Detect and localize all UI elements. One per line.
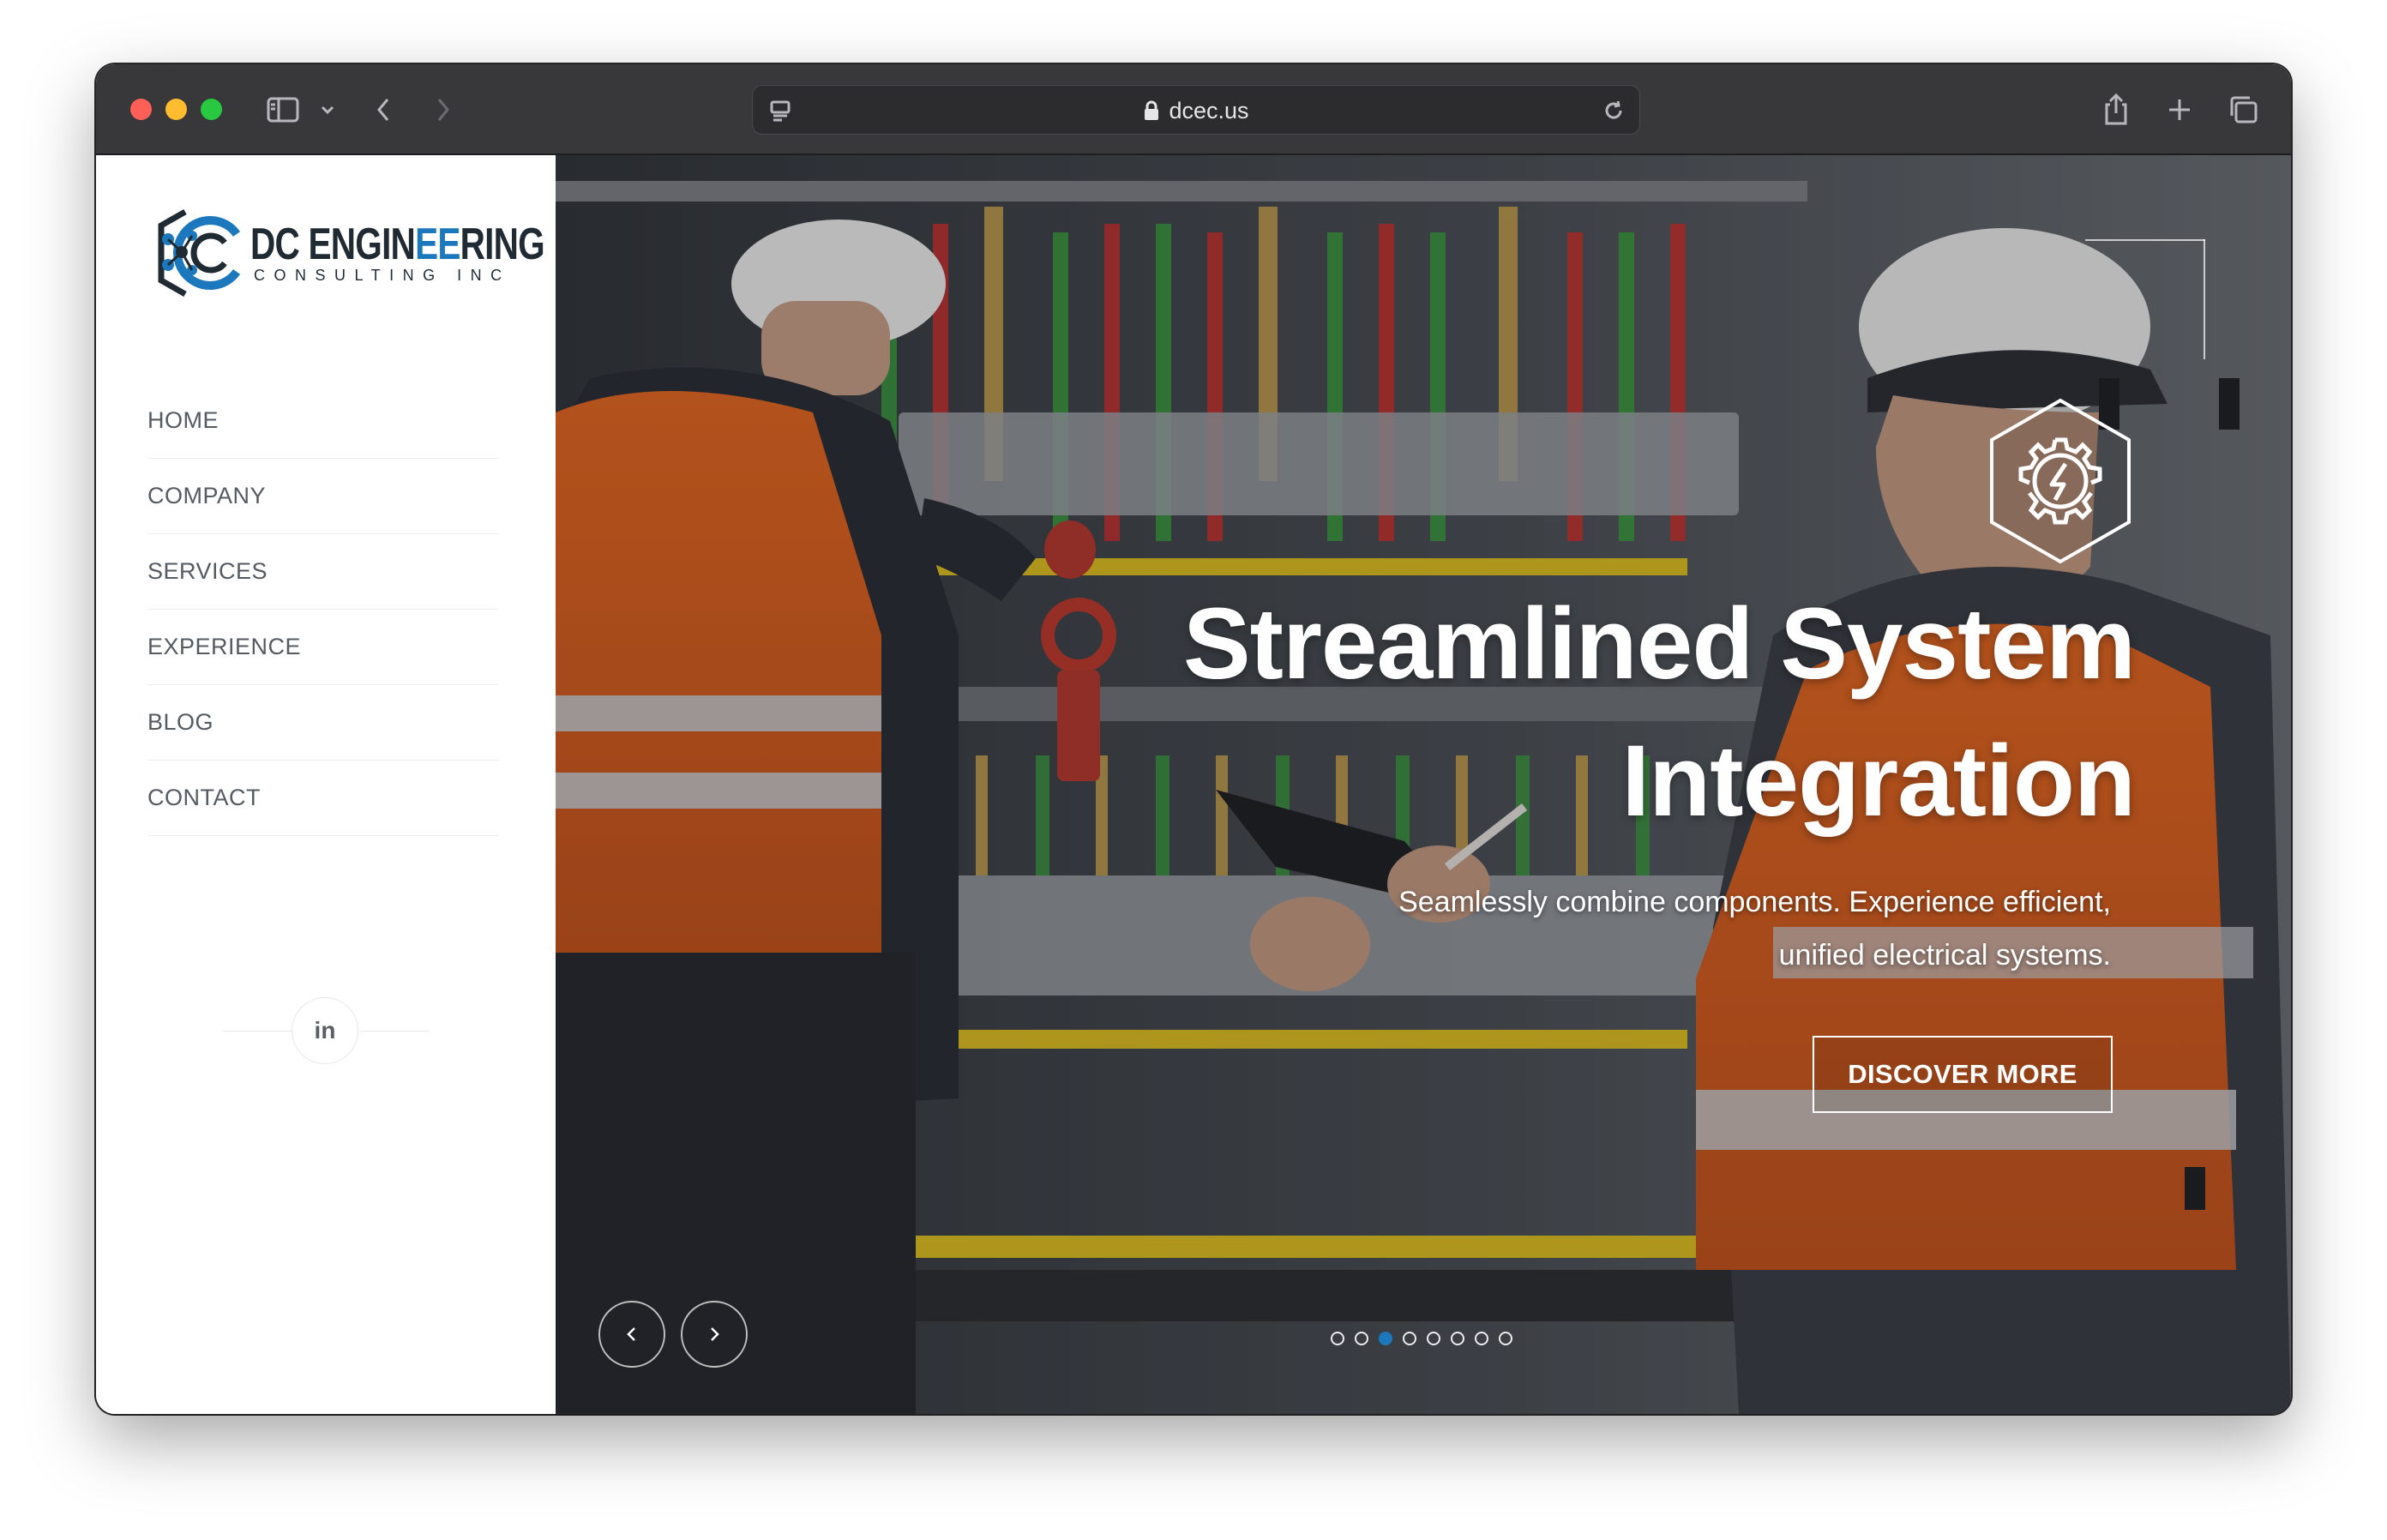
divider (360, 1031, 429, 1032)
hero-subtitle: Seamlessly combine components. Experienc… (1271, 875, 2111, 982)
logo-mark-icon (158, 208, 241, 298)
back-icon[interactable] (370, 88, 396, 131)
discover-more-button[interactable]: DISCOVER MORE (1813, 1036, 2113, 1113)
nav-item-company[interactable]: COMPANY (147, 459, 499, 534)
chevron-right-icon (711, 1327, 719, 1341)
linkedin-icon: in (314, 1017, 336, 1044)
slide-dot[interactable] (1379, 1332, 1392, 1345)
address-bar[interactable]: dcec.us (752, 85, 1640, 135)
nav-item-contact[interactable]: CONTACT (147, 761, 499, 836)
slide-dot[interactable] (1403, 1332, 1416, 1345)
next-slide-button[interactable] (681, 1301, 748, 1368)
browser-toolbar: dcec.us (96, 64, 2291, 155)
slide-dot[interactable] (1499, 1332, 1512, 1345)
zoom-window-button[interactable] (201, 99, 222, 120)
nav-item-home[interactable]: HOME (147, 383, 499, 459)
divider (223, 1031, 292, 1032)
prev-slide-button[interactable] (598, 1301, 665, 1368)
minimize-window-button[interactable] (165, 99, 187, 120)
url-display: dcec.us (753, 86, 1639, 135)
slide-dot[interactable] (1475, 1332, 1488, 1345)
linkedin-button[interactable]: in (292, 997, 358, 1064)
decorative-frame-line (2085, 239, 2205, 241)
site-logo[interactable]: DC ENGINEERING CONSULTING INC (147, 205, 545, 301)
sidebar-toggle-icon[interactable] (264, 88, 302, 131)
lock-icon (1143, 88, 1160, 138)
decorative-frame-line (2204, 239, 2205, 359)
nav-item-experience[interactable]: EXPERIENCE (147, 610, 499, 685)
chevron-left-icon (627, 1327, 635, 1341)
slide-indicators (1331, 1332, 1512, 1345)
url-text: dcec.us (1169, 98, 1249, 123)
hero-title-line: Integration (1621, 725, 2136, 838)
slide-dot[interactable] (1355, 1332, 1368, 1345)
gear-lightning-icon (1983, 395, 2137, 567)
slide-dot[interactable] (1427, 1332, 1440, 1345)
chevron-down-icon[interactable] (317, 88, 338, 131)
hero-slider: Streamlined System Integration Seamlessl… (556, 155, 2291, 1414)
hero-title-line: Streamlined System (1182, 587, 2136, 701)
slide-dot[interactable] (1331, 1332, 1344, 1345)
nav-item-services[interactable]: SERVICES (147, 534, 499, 610)
hero-title: Streamlined System Integration (1020, 575, 2136, 850)
slide-dot[interactable] (1451, 1332, 1464, 1345)
site-sidebar: DC ENGINEERING CONSULTING INC HOME COMPA… (96, 155, 556, 1414)
webpage: DC ENGINEERING CONSULTING INC HOME COMPA… (96, 155, 2291, 1414)
logo-wordmark: DC ENGINEERING (250, 220, 545, 269)
new-tab-icon[interactable] (2162, 88, 2197, 131)
close-window-button[interactable] (130, 99, 152, 120)
hero-subtitle-line: unified electrical systems. (1778, 939, 2111, 972)
main-navigation: HOME COMPANY SERVICES EXPERIENCE BLOG CO… (147, 383, 499, 836)
hero-subtitle-line: Seamlessly combine components. Experienc… (1398, 886, 2111, 918)
nav-item-blog[interactable]: BLOG (147, 685, 499, 761)
tabs-icon[interactable] (2224, 88, 2262, 131)
browser-window: dcec.us DC ENGINEERING CONSULTING INC HO… (96, 64, 2291, 1414)
forward-icon[interactable] (430, 88, 456, 131)
reload-icon[interactable] (1595, 89, 1632, 132)
logo-subtitle: CONSULTING INC (254, 267, 511, 284)
share-icon[interactable] (2099, 88, 2133, 131)
